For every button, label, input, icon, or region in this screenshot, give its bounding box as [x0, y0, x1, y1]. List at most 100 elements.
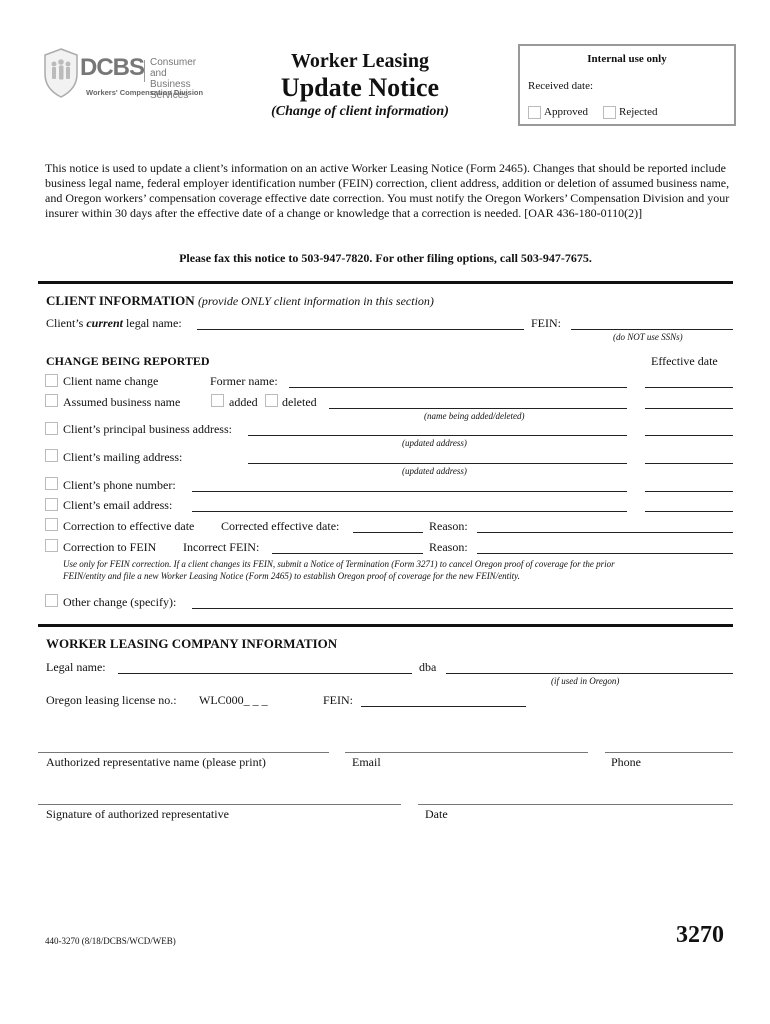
company-fein-field[interactable] [361, 706, 526, 707]
email-label: Client’s email address: [63, 498, 173, 512]
internal-use-box: Internal use only Received date: Approve… [518, 44, 736, 126]
principal-address-checkbox[interactable] [45, 422, 58, 435]
shield-people-icon [44, 48, 78, 98]
company-fein-label: FEIN: [323, 693, 353, 707]
fein-hint: (do NOT use SSNs) [613, 332, 683, 342]
mailing-address-hint: (updated address) [402, 466, 467, 476]
date-reason-field[interactable] [477, 532, 733, 533]
dcbs-logo: DCBS Consumer and Business Services Work… [44, 48, 204, 103]
phone-checkbox[interactable] [45, 477, 58, 490]
form-title: Worker Leasing Update Notice (Change of … [250, 49, 470, 121]
license-value[interactable]: WLC000_ _ _ [199, 693, 268, 708]
incorrect-fein-label: Incorrect FEIN: [183, 540, 260, 554]
deleted-label: deleted [282, 395, 317, 409]
client-fein-field[interactable] [571, 329, 733, 330]
form-code: 440-3270 (8/18/DCBS/WCD/WEB) [45, 936, 176, 946]
fein-note-line1: Use only for FEIN correction. If a clien… [63, 559, 615, 569]
phone-effective-date-field[interactable] [645, 491, 733, 492]
rejected-checkbox[interactable] [603, 106, 616, 119]
intro-paragraph: This notice is used to update a client’s… [45, 161, 730, 220]
assumed-name-field[interactable] [329, 408, 627, 409]
assumed-name-label: Assumed business name [63, 395, 181, 409]
fein-correction-note: Use only for FEIN correction. If a clien… [63, 558, 615, 582]
fax-instructions: Please fax this notice to 503-947-7820. … [179, 251, 592, 265]
fein-reason-field[interactable] [477, 553, 733, 554]
rep-phone-field[interactable] [605, 752, 733, 753]
assumed-name-checkbox[interactable] [45, 394, 58, 407]
corrected-date-field[interactable] [353, 532, 423, 533]
email-field[interactable] [192, 511, 627, 512]
principal-address-effective-date-field[interactable] [645, 435, 733, 436]
title-line2: Update Notice [280, 73, 440, 102]
client-legal-name-label: Client’s current legal name: [46, 316, 182, 331]
approved-checkbox[interactable] [528, 106, 541, 119]
name-change-effective-date-field[interactable] [645, 387, 733, 388]
former-name-label: Former name: [210, 374, 278, 388]
other-change-field[interactable] [192, 608, 733, 609]
client-legal-name-field[interactable] [197, 329, 524, 330]
client-fein-label: FEIN: [531, 316, 561, 330]
license-label: Oregon leasing license no.: [46, 693, 177, 707]
dba-hint: (if used in Oregon) [551, 676, 620, 686]
corrected-date-label: Corrected effective date: [221, 519, 340, 533]
rep-email-field[interactable] [345, 752, 588, 753]
client-name-change-label: Client name change [63, 374, 159, 388]
dba-field[interactable] [446, 673, 733, 674]
title-line1: Worker Leasing [291, 50, 429, 72]
rejected-label: Rejected [619, 106, 658, 118]
mailing-address-effective-date-field[interactable] [645, 463, 733, 464]
mailing-address-field[interactable] [248, 463, 627, 464]
logo-org-line1: Consumer and [150, 57, 197, 79]
logo-acronym: DCBS [80, 54, 145, 81]
correction-fein-checkbox[interactable] [45, 539, 58, 552]
date-reason-label: Reason: [429, 519, 468, 533]
mailing-address-label: Client’s mailing address: [63, 450, 183, 464]
section-divider [38, 281, 733, 284]
other-change-checkbox[interactable] [45, 594, 58, 607]
principal-address-label: Client’s principal business address: [63, 422, 232, 436]
phone-field[interactable] [192, 491, 627, 492]
dba-label: dba [419, 660, 437, 674]
change-heading: CHANGE BEING REPORTED [46, 354, 210, 368]
fein-note-line2: FEIN/entity and file a new Worker Leasin… [63, 571, 520, 581]
assumed-name-hint: (name being added/deleted) [424, 411, 525, 421]
assumed-name-effective-date-field[interactable] [645, 408, 733, 409]
added-label: added [229, 395, 258, 409]
rep-email-label: Email [352, 755, 381, 769]
legal-name-emphasis: current [86, 316, 124, 330]
approved-label: Approved [544, 106, 588, 118]
logo-division: Workers' Compensation Division [86, 88, 204, 97]
internal-heading: Internal use only [587, 53, 667, 65]
added-checkbox[interactable] [211, 394, 224, 407]
legal-name-suffix: legal name: [123, 316, 182, 330]
received-date-label: Received date: [528, 80, 594, 92]
principal-address-field[interactable] [248, 435, 627, 436]
fein-reason-label: Reason: [429, 540, 468, 554]
logo-separator [144, 60, 145, 82]
incorrect-fein-field[interactable] [272, 553, 423, 554]
rep-name-field[interactable] [38, 752, 329, 753]
company-legal-name-field[interactable] [118, 673, 412, 674]
signature-date-label: Date [425, 807, 448, 821]
rep-name-label: Authorized representative name (please p… [46, 755, 266, 769]
rep-phone-label: Phone [611, 755, 641, 769]
signature-date-field[interactable] [418, 804, 733, 805]
legal-name-prefix: Client’s [46, 316, 87, 330]
correction-date-label: Correction to effective date [63, 519, 195, 533]
client-name-change-checkbox[interactable] [45, 374, 58, 387]
client-info-note: (provide ONLY client information in this… [197, 294, 434, 308]
principal-address-hint: (updated address) [402, 438, 467, 448]
deleted-checkbox[interactable] [265, 394, 278, 407]
email-checkbox[interactable] [45, 498, 58, 511]
signature-field[interactable] [38, 804, 401, 805]
former-name-field[interactable] [289, 387, 627, 388]
correction-fein-label: Correction to FEIN [63, 540, 157, 554]
company-legal-name-label: Legal name: [46, 660, 106, 674]
mailing-address-checkbox[interactable] [45, 449, 58, 462]
correction-date-checkbox[interactable] [45, 518, 58, 531]
client-info-title: CLIENT INFORMATION [46, 293, 195, 308]
form-number: 3270 [676, 922, 724, 948]
email-effective-date-field[interactable] [645, 511, 733, 512]
signature-label: Signature of authorized representative [46, 807, 229, 821]
phone-label: Client’s phone number: [63, 478, 176, 492]
